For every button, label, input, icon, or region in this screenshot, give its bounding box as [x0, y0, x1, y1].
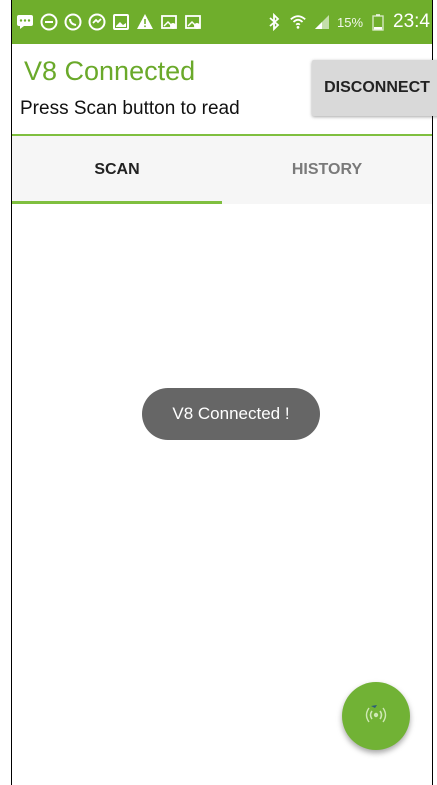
signal-icon [313, 13, 331, 31]
tab-history-label: HISTORY [291, 161, 363, 178]
tab-scan[interactable]: SCAN [12, 136, 222, 204]
gallery-icon [112, 13, 130, 31]
tab-history[interactable]: HISTORY [222, 136, 432, 204]
tab-scan-label: SCAN [94, 161, 140, 178]
right-border [432, 0, 433, 785]
app-header: V8 Connected Press Scan button to read D… [12, 44, 437, 136]
bluetooth-icon [265, 13, 283, 31]
battery-icon [369, 13, 387, 31]
wifi-icon [289, 13, 307, 31]
clock: 23:4 [393, 11, 430, 32]
image-notif-icon [184, 13, 202, 31]
battery-percent: 15% [336, 14, 364, 30]
messenger-icon [88, 13, 106, 31]
left-margin [0, 0, 11, 785]
status-bar: 15% 23:4 [12, 0, 432, 44]
toast-message: V8 Connected ! [142, 388, 320, 440]
image-notif-icon [160, 13, 178, 31]
tab-active-indicator [12, 201, 222, 204]
scan-fab-button[interactable] [342, 682, 410, 750]
warning-icon [136, 13, 154, 31]
notification-icons [16, 13, 202, 31]
minus-circle-icon [40, 13, 58, 31]
page-title: V8 Connected [24, 56, 196, 86]
system-status: 15% 23:4 [265, 11, 430, 33]
tab-bar: SCAN HISTORY [12, 136, 432, 204]
nfc-scan-icon [363, 702, 389, 731]
disconnect-button[interactable]: DISCONNECT [312, 60, 437, 116]
message-icon [16, 13, 34, 31]
status-message: Press Scan button to read [20, 98, 240, 119]
whatsapp-icon [64, 13, 82, 31]
